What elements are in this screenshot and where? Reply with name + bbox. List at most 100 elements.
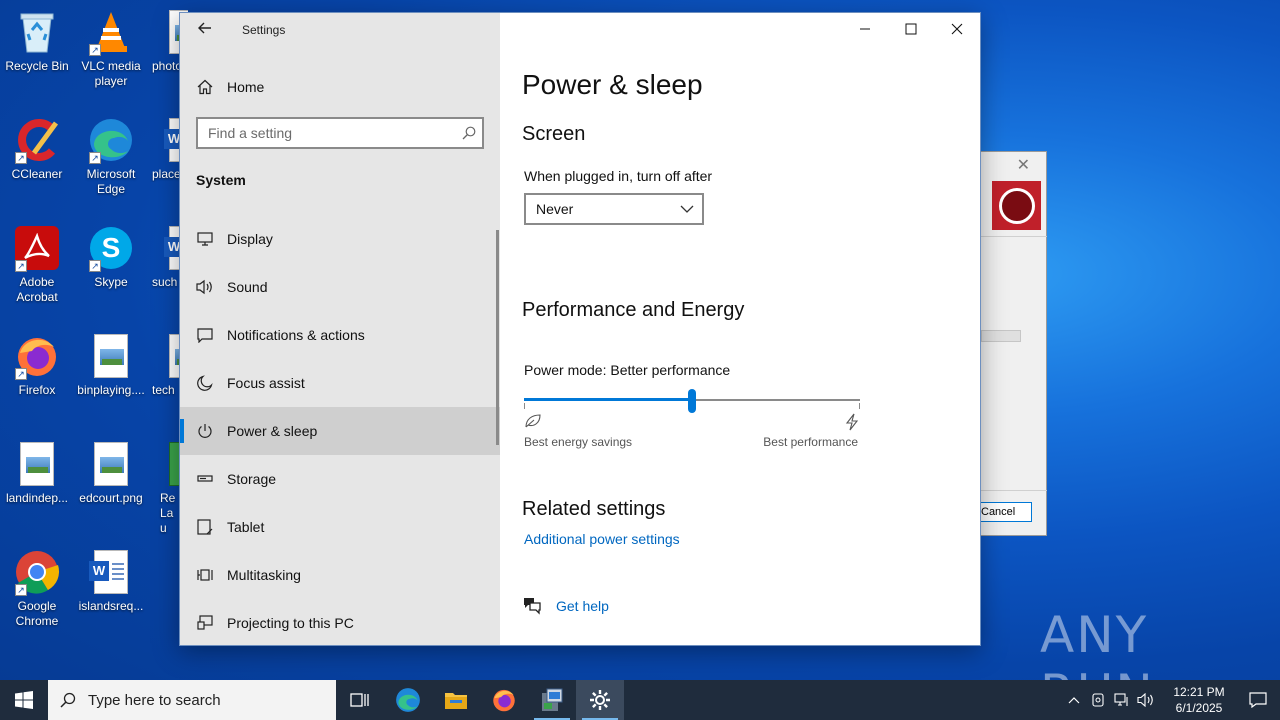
sidebar-item-power-sleep[interactable]: Power & sleep — [180, 407, 500, 455]
ccleaner-icon: ↗ — [13, 116, 61, 164]
multitasking-icon — [195, 565, 215, 585]
desktop-icon-label: islandsreq... — [78, 599, 144, 613]
desktop-icon-islandsreq[interactable]: W islandsreq... — [74, 548, 148, 614]
related-settings-heading: Related settings — [522, 498, 666, 520]
desktop-icon-landindep[interactable]: landindep... — [0, 440, 74, 506]
section-heading: System — [196, 172, 246, 188]
desktop-icon-recycle-bin[interactable]: Recycle Bin — [0, 8, 74, 74]
taskbar-firefox[interactable] — [480, 680, 528, 720]
home-icon — [195, 77, 215, 97]
maximize-button[interactable] — [888, 13, 934, 45]
taskbar-edge[interactable] — [384, 680, 432, 720]
back-button[interactable] — [190, 19, 220, 41]
power-mode-slider[interactable] — [524, 389, 860, 413]
background-dialog: ✕ Cancel — [977, 151, 1047, 536]
desktop-icon-binplaying[interactable]: binplaying.... — [74, 332, 148, 398]
desktop-icon-firefox[interactable]: ↗ Firefox — [0, 332, 74, 398]
start-button[interactable] — [0, 680, 48, 720]
desktop-icon-vlc[interactable]: ↗ VLC media player — [74, 8, 148, 89]
vlc-icon: ↗ — [87, 8, 135, 56]
progress-bar — [981, 330, 1021, 342]
sidebar-item-label: Display — [227, 231, 273, 247]
sidebar-item-label: Projecting to this PC — [227, 615, 354, 631]
image-file-icon — [13, 440, 61, 488]
best-performance-label: Best performance — [763, 435, 858, 449]
sidebar-item-notifications[interactable]: Notifications & actions — [180, 311, 500, 359]
power-mode-label: Power mode: Better performance — [524, 362, 731, 378]
get-help-icon — [522, 595, 544, 617]
desktop-icon-adobe-acrobat[interactable]: ↗ Adobe Acrobat — [0, 224, 74, 305]
settings-sidebar: Settings Home System Display — [180, 13, 500, 645]
edge-icon: ↗ — [87, 116, 135, 164]
desktop-icon-google-chrome[interactable]: ↗ Google Chrome — [0, 548, 74, 629]
sidebar-item-home[interactable]: Home — [180, 69, 500, 105]
word-document-icon: W — [87, 548, 135, 596]
sidebar-scrollbar[interactable] — [496, 230, 499, 445]
network-icon[interactable] — [1110, 680, 1134, 720]
device-icon[interactable] — [1086, 680, 1110, 720]
sidebar-item-projecting[interactable]: Projecting to this PC — [180, 599, 500, 645]
settings-content: Power & sleep Screen When plugged in, tu… — [500, 13, 980, 645]
sidebar-item-display[interactable]: Display — [180, 215, 500, 263]
desktop-icon-edcourt[interactable]: edcourt.png — [74, 440, 148, 506]
minimize-button[interactable] — [842, 13, 888, 45]
search-icon — [48, 692, 88, 708]
image-file-icon — [87, 332, 135, 380]
taskbar-search[interactable]: Type here to search — [48, 680, 336, 720]
settings-icon — [590, 690, 610, 710]
sidebar-item-label: Power & sleep — [227, 423, 318, 439]
chevron-down-icon — [680, 205, 694, 213]
sidebar-item-focus-assist[interactable]: Focus assist — [180, 359, 500, 407]
shortcut-arrow-icon: ↗ — [15, 584, 27, 596]
clock[interactable]: 12:21 PM 6/1/2025 — [1162, 684, 1236, 716]
sidebar-item-label: Notifications & actions — [227, 327, 365, 343]
desktop-icon-microsoft-edge[interactable]: ↗ Microsoft Edge — [74, 116, 148, 197]
taskbar-installer[interactable] — [528, 680, 576, 720]
search-icon[interactable] — [456, 120, 482, 146]
sidebar-item-tablet[interactable]: Tablet — [180, 503, 500, 551]
sidebar-item-storage[interactable]: Storage — [180, 455, 500, 503]
get-help-link[interactable]: Get help — [556, 598, 609, 614]
sidebar-item-multitasking[interactable]: Multitasking — [180, 551, 500, 599]
settings-search — [196, 117, 484, 149]
divider — [981, 490, 1047, 491]
taskbar: Type here to search 12:21 PM 6/1/2025 — [0, 680, 1280, 720]
chevron-up-icon[interactable] — [1062, 680, 1086, 720]
close-button[interactable] — [934, 13, 980, 45]
desktop-icon-label: binplaying.... — [77, 383, 145, 397]
leaf-icon — [524, 413, 544, 433]
additional-power-settings-link[interactable]: Additional power settings — [524, 531, 680, 547]
taskbar-file-explorer[interactable] — [432, 680, 480, 720]
notification-icon — [1249, 692, 1267, 708]
sidebar-item-label: Tablet — [227, 519, 265, 535]
volume-icon[interactable] — [1134, 680, 1158, 720]
projecting-icon — [195, 613, 215, 633]
screen-heading: Screen — [522, 123, 586, 145]
desktop-icon-label: Google Chrome — [15, 599, 59, 628]
desktop-icon-label: Re Lau — [160, 491, 176, 535]
sidebar-nav: Display Sound Notifications & actions Fo… — [180, 215, 500, 645]
shortcut-arrow-icon: ↗ — [15, 368, 27, 380]
search-input[interactable] — [198, 119, 456, 147]
monitor-icon — [195, 229, 215, 249]
screen-timeout-dropdown[interactable]: Never — [524, 193, 704, 225]
windows-icon — [15, 691, 33, 709]
close-icon[interactable]: ✕ — [1017, 155, 1030, 175]
firefox-icon — [493, 689, 515, 712]
storage-icon — [195, 469, 215, 489]
notification-center-button[interactable] — [1236, 680, 1280, 720]
sidebar-item-label: Home — [227, 79, 265, 95]
desktop-icon-skype[interactable]: S ↗ Skype — [74, 224, 148, 290]
sidebar-item-sound[interactable]: Sound — [180, 263, 500, 311]
slider-thumb[interactable] — [688, 389, 696, 413]
clock-time: 12:21 PM — [1173, 685, 1225, 699]
cancel-button[interactable]: Cancel — [977, 502, 1032, 522]
desktop-icon-label: Microsoft Edge — [86, 167, 136, 196]
edge-icon — [396, 688, 420, 712]
desktop-icon-ccleaner[interactable]: ↗ CCleaner — [0, 116, 74, 182]
task-view-button[interactable] — [336, 680, 384, 720]
desktop-icon-label: Firefox — [18, 383, 56, 397]
shortcut-arrow-icon: ↗ — [15, 260, 27, 272]
desktop-icon-label: Recycle Bin — [5, 59, 69, 73]
taskbar-settings[interactable] — [576, 680, 624, 720]
